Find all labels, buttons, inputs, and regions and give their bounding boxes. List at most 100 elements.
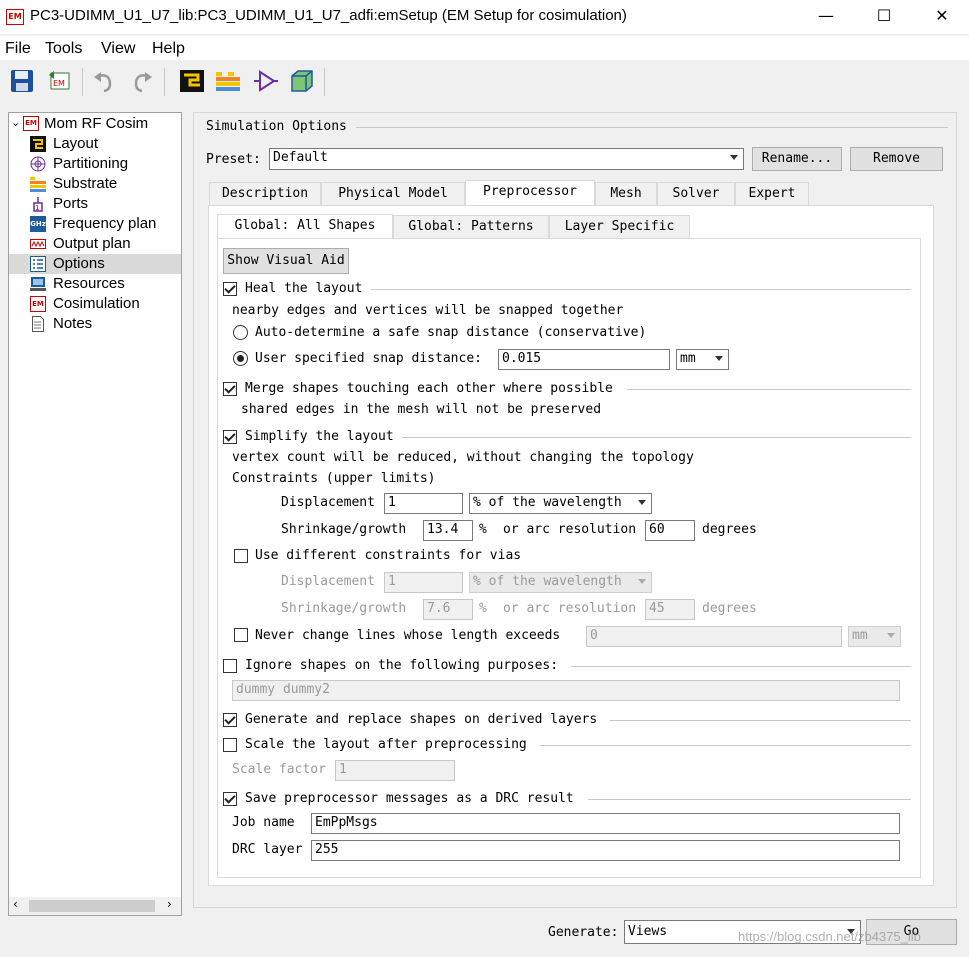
auto-snap-radio[interactable] — [233, 325, 248, 340]
drc-layer-input[interactable]: 255 — [311, 840, 900, 861]
generate-derived-label: Generate and replace shapes on derived l… — [245, 712, 598, 727]
divider — [588, 799, 911, 800]
tree-horizontal-scrollbar[interactable]: ‹ › — [9, 897, 181, 915]
redo-icon[interactable] — [128, 67, 156, 95]
subtab-page: Show Visual Aid Heal the layout nearby e… — [217, 238, 921, 878]
substrate-icon[interactable] — [214, 67, 242, 95]
maximize-button[interactable]: ☐ — [855, 0, 913, 34]
heal-description: nearby edges and vertices will be snappe… — [232, 303, 624, 318]
export-icon[interactable]: EM — [46, 67, 74, 95]
generate-derived-checkbox[interactable] — [223, 713, 237, 727]
port-icon[interactable] — [252, 67, 280, 95]
ignore-shapes-checkbox[interactable] — [223, 659, 237, 673]
tab-description[interactable]: Description — [209, 182, 321, 205]
toolbar-separator — [82, 68, 83, 96]
simplify-layout-checkbox[interactable] — [223, 430, 237, 444]
show-visual-aid-button[interactable]: Show Visual Aid — [223, 248, 349, 274]
user-snap-radio[interactable] — [233, 351, 248, 366]
tree-item-cosimulation[interactable]: EM Cosimulation — [9, 294, 181, 314]
menu-tools[interactable]: Tools — [45, 40, 82, 58]
output-plan-icon — [30, 239, 46, 249]
via-displacement-label: Displacement — [281, 574, 375, 589]
layout-icon — [30, 136, 46, 152]
tree-item-options[interactable]: Options — [9, 254, 181, 274]
displacement-input[interactable]: 1 — [384, 493, 463, 514]
menu-file[interactable]: File — [5, 40, 31, 58]
menu-view[interactable]: View — [101, 40, 135, 58]
tree-item-resources[interactable]: Resources — [9, 274, 181, 294]
tree-item-label: Layout — [53, 135, 99, 152]
user-snap-label: User specified snap distance: — [255, 351, 482, 366]
via-arc-resolution-label: or arc resolution — [503, 601, 637, 616]
scale-layout-checkbox[interactable] — [223, 738, 237, 752]
tree-item-label: Cosimulation — [53, 295, 140, 312]
divider — [610, 720, 911, 721]
subtab-layer-specific[interactable]: Layer Specific — [549, 215, 690, 238]
scale-factor-input[interactable]: 1 — [335, 760, 455, 781]
job-name-input[interactable]: EmPpMsgs — [311, 813, 900, 834]
via-constraints-checkbox[interactable] — [234, 549, 248, 563]
max-length-input[interactable]: 0 — [586, 626, 842, 647]
save-drc-checkbox[interactable] — [223, 792, 237, 806]
merge-shapes-checkbox[interactable] — [223, 382, 237, 396]
via-displacement-input[interactable]: 1 — [384, 572, 463, 593]
scale-factor-label: Scale factor — [232, 762, 326, 777]
tree-item-label: Substrate — [53, 175, 118, 192]
displacement-unit-value: % of the wavelength — [473, 495, 622, 510]
toolbar: EM — [0, 62, 969, 100]
tree-item-ports[interactable]: 1 Ports — [9, 194, 181, 214]
chevron-down-icon — [638, 500, 646, 505]
tab-mesh[interactable]: Mesh — [595, 182, 657, 205]
tree-root[interactable]: EM Mom RF Cosim — [9, 114, 181, 134]
via-arc-resolution-input[interactable]: 45 — [645, 599, 695, 620]
via-shrinkage-label: Shrinkage/growth — [281, 601, 407, 616]
close-button[interactable]: ✕ — [913, 0, 969, 34]
shrinkage-input[interactable]: 13.4 — [423, 520, 473, 541]
generate-value: Views — [628, 924, 668, 939]
minimize-button[interactable]: — — [797, 0, 855, 34]
tree-item-partitioning[interactable]: Partitioning — [9, 154, 181, 174]
divider — [402, 437, 911, 438]
tab-preprocessor[interactable]: Preprocessor — [465, 180, 595, 205]
tab-expert[interactable]: Expert — [735, 182, 809, 205]
undo-icon[interactable] — [90, 67, 118, 95]
title-bar: EM PC3-UDIMM_U1_U7_lib:PC3_UDIMM_U1_U7_a… — [0, 0, 969, 34]
subtab-global-all-shapes[interactable]: Global: All Shapes — [217, 214, 393, 238]
displacement-unit-select[interactable]: % of the wavelength — [469, 493, 652, 514]
tree-item-output-plan[interactable]: Output plan — [9, 234, 181, 254]
heal-layout-label: Heal the layout — [245, 281, 363, 296]
scrollbar-thumb[interactable] — [29, 900, 155, 912]
subtab-global-patterns[interactable]: Global: Patterns — [393, 215, 549, 238]
3d-view-icon[interactable] — [288, 67, 316, 95]
preset-select[interactable]: Default — [269, 148, 744, 170]
preset-label: Preset: — [206, 152, 261, 167]
shrinkage-label: Shrinkage/growth — [281, 522, 407, 537]
arc-resolution-input[interactable]: 60 — [645, 520, 695, 541]
tree-root-label: Mom RF Cosim — [44, 115, 149, 132]
auto-snap-label: Auto-determine a safe snap distance (con… — [255, 325, 647, 340]
tree-item-layout[interactable]: Layout — [9, 134, 181, 154]
via-shrinkage-input[interactable]: 7.6 — [423, 599, 473, 620]
remove-button[interactable]: Remove — [850, 147, 943, 171]
via-displacement-unit-select[interactable]: % of the wavelength — [469, 572, 652, 593]
degrees-label: degrees — [702, 522, 757, 537]
menu-help[interactable]: Help — [152, 40, 185, 58]
ignore-purposes-input[interactable]: dummy dummy2 — [232, 680, 900, 701]
tab-physical-model[interactable]: Physical Model — [321, 182, 465, 205]
snap-unit-select[interactable]: mm — [676, 349, 729, 370]
rename-button[interactable]: Rename... — [752, 147, 842, 171]
never-change-checkbox[interactable] — [234, 628, 248, 642]
tree-item-notes[interactable]: Notes — [9, 314, 181, 334]
heal-layout-checkbox[interactable] — [223, 282, 237, 296]
layout-icon[interactable] — [178, 67, 206, 95]
tree-item-frequency-plan[interactable]: GHz Frequency plan — [9, 214, 181, 234]
scroll-left-icon[interactable]: ‹ — [13, 897, 18, 911]
snap-distance-input[interactable]: 0.015 — [498, 349, 670, 370]
divider — [540, 745, 911, 746]
scroll-right-icon[interactable]: › — [167, 897, 172, 911]
drc-layer-label: DRC layer — [232, 842, 303, 857]
tree-item-substrate[interactable]: Substrate — [9, 174, 181, 194]
max-length-unit-select[interactable]: mm — [848, 626, 901, 647]
tab-solver[interactable]: Solver — [657, 182, 735, 205]
save-icon[interactable] — [8, 67, 36, 95]
